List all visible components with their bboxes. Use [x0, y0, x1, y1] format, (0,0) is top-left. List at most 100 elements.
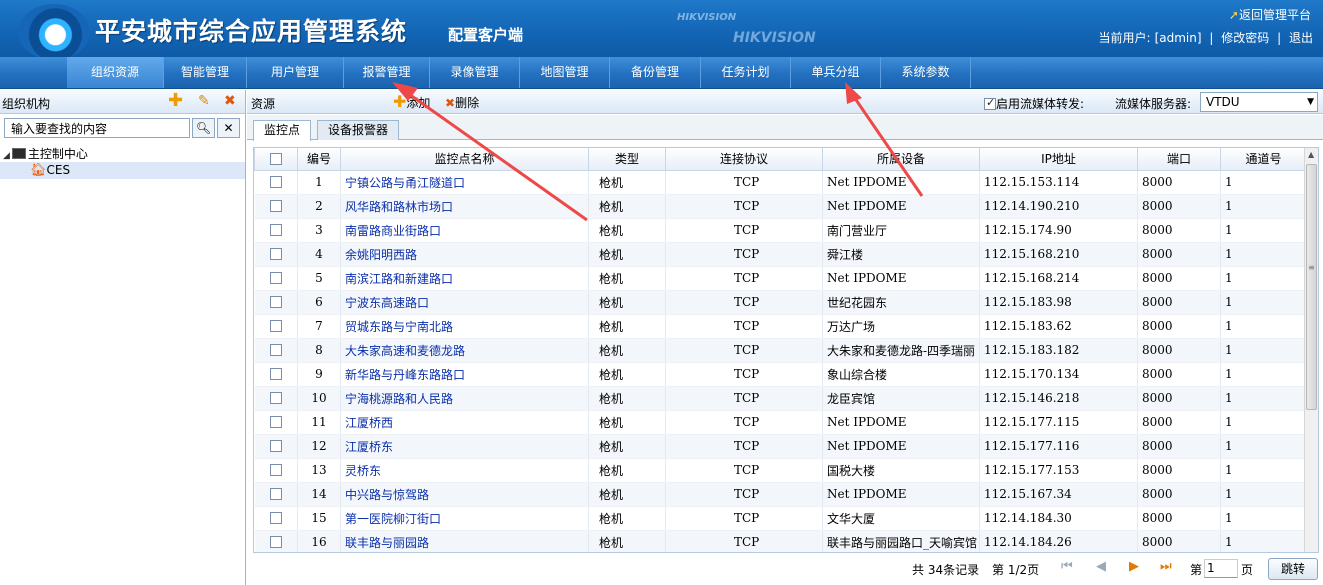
stream-server-select[interactable]: VTDU ▼: [1200, 92, 1318, 112]
point-name-cell[interactable]: 大朱家高速和麦德龙路: [340, 338, 589, 363]
logout-link[interactable]: 退出: [1289, 31, 1313, 45]
point-name-cell[interactable]: 宁镇公路与甬江隧道口: [340, 170, 589, 195]
point-name-cell[interactable]: 江厦桥西: [340, 410, 589, 435]
table-row[interactable]: 2 风华路和路林市场口 枪机 TCP Net IPDOME 112.14.190.210 8…: [254, 194, 1307, 219]
table-row[interactable]: 12 江厦桥东 枪机 TCP Net IPDOME 112.15.177.116 8000 1: [254, 434, 1307, 459]
table-row[interactable]: 4 余姚阳明西路 枪机 TCP 舜江楼 112.15.168.210 8000 1: [254, 242, 1307, 267]
search-icon[interactable]: 🔍︎: [192, 118, 215, 138]
first-page-icon[interactable]: ⏮︎: [1061, 559, 1073, 574]
row-checkbox[interactable]: [269, 320, 282, 332]
row-select-cell[interactable]: [254, 338, 298, 363]
row-select-cell[interactable]: [254, 290, 298, 315]
point-name-cell[interactable]: 江厦桥东: [340, 434, 589, 459]
point-name-cell[interactable]: 贸城东路与宁南北路: [340, 314, 589, 339]
column-header[interactable]: 类型: [588, 148, 666, 171]
table-row[interactable]: 1 宁镇公路与甬江隧道口 枪机 TCP Net IPDOME 112.15.153.114…: [254, 170, 1307, 195]
column-header[interactable]: 编号: [297, 148, 341, 171]
table-row[interactable]: 13 灵桥东 枪机 TCP 国税大楼 112.15.177.153 8000 1: [254, 458, 1307, 483]
column-header[interactable]: 连接协议: [665, 148, 823, 171]
scrollbar-thumb[interactable]: [1306, 164, 1317, 410]
table-scrollbar[interactable]: ▲ ≡: [1304, 148, 1318, 552]
point-name-cell[interactable]: 中兴路与惊驾路: [340, 482, 589, 507]
column-header[interactable]: 所属设备: [822, 148, 980, 171]
point-name-cell[interactable]: 联丰路与丽园路: [340, 530, 589, 552]
nav-recording-management[interactable]: 录像管理: [430, 57, 520, 88]
row-select-cell[interactable]: [254, 314, 298, 339]
point-name-cell[interactable]: 风华路和路林市场口: [340, 194, 589, 219]
nav-user-management[interactable]: 用户管理: [247, 57, 344, 88]
row-select-cell[interactable]: [254, 362, 298, 387]
row-select-cell[interactable]: [254, 194, 298, 219]
nav-task-plan[interactable]: 任务计划: [701, 57, 791, 88]
nav-alarm-management[interactable]: 报警管理: [344, 57, 430, 88]
row-checkbox[interactable]: [269, 392, 282, 404]
nav-map-management[interactable]: 地图管理: [520, 57, 610, 88]
next-page-icon[interactable]: ▶: [1129, 559, 1139, 574]
row-select-cell[interactable]: [254, 170, 298, 195]
point-name-cell[interactable]: 灵桥东: [340, 458, 589, 483]
row-checkbox[interactable]: [269, 536, 282, 548]
point-name-cell[interactable]: 第一医院柳汀街口: [340, 506, 589, 531]
point-name-cell[interactable]: 南滨江路和新建路口: [340, 266, 589, 291]
table-row[interactable]: 10 宁海桃源路和人民路 枪机 TCP 龙臣宾馆 112.15.146.218 8000 1: [254, 386, 1307, 411]
point-name-cell[interactable]: 南雷路商业街路口: [340, 218, 589, 243]
row-select-cell[interactable]: [254, 482, 298, 507]
row-select-cell[interactable]: [254, 386, 298, 411]
row-checkbox[interactable]: [269, 488, 282, 500]
table-row[interactable]: 6 宁波东高速路口 枪机 TCP 世纪花园东 112.15.183.98 8000 1: [254, 290, 1307, 315]
row-checkbox[interactable]: [269, 296, 282, 308]
point-name-cell[interactable]: 宁波东高速路口: [340, 290, 589, 315]
row-checkbox[interactable]: [269, 272, 282, 284]
select-all-checkbox[interactable]: [270, 152, 282, 165]
table-row[interactable]: 3 南雷路商业街路口 枪机 TCP 南门营业厅 112.15.174.90 8000 1: [254, 218, 1307, 243]
row-checkbox[interactable]: [269, 344, 282, 356]
table-row[interactable]: 9 新华路与丹峰东路路口 枪机 TCP 象山综合楼 112.15.170.134 8000 1: [254, 362, 1307, 387]
nav-system-params[interactable]: 系统参数: [881, 57, 971, 88]
add-resource-button[interactable]: ✚添加: [393, 94, 430, 111]
scroll-up-icon[interactable]: ▲: [1308, 150, 1314, 159]
last-page-icon[interactable]: ⏭︎: [1160, 559, 1172, 574]
row-select-cell[interactable]: [254, 266, 298, 291]
add-org-icon[interactable]: ✚: [168, 92, 183, 110]
prev-page-icon[interactable]: ◀: [1096, 559, 1106, 574]
column-header[interactable]: 监控点名称: [340, 148, 589, 171]
change-password-link[interactable]: 修改密码: [1221, 31, 1269, 45]
return-platform-link[interactable]: ➚返回管理平台: [1229, 6, 1311, 23]
point-name-cell[interactable]: 新华路与丹峰东路路口: [340, 362, 589, 387]
tree-node-main-center[interactable]: ◢ 主控制中心: [3, 146, 88, 162]
row-select-cell[interactable]: [254, 218, 298, 243]
point-name-cell[interactable]: 宁海桃源路和人民路: [340, 386, 589, 411]
org-search-input[interactable]: [4, 118, 190, 138]
column-header[interactable]: 端口: [1137, 148, 1221, 171]
row-checkbox[interactable]: [269, 224, 282, 236]
delete-org-icon[interactable]: ✖: [224, 93, 236, 109]
tab-monitor-points[interactable]: 监控点: [253, 120, 312, 141]
row-checkbox[interactable]: [269, 416, 282, 428]
stream-forward-checkbox[interactable]: [984, 96, 996, 110]
row-checkbox[interactable]: [269, 248, 282, 260]
row-checkbox[interactable]: [269, 368, 282, 380]
collapse-triangle-icon[interactable]: ◢: [3, 151, 10, 161]
row-checkbox[interactable]: [269, 176, 282, 188]
table-row[interactable]: 7 贸城东路与宁南北路 枪机 TCP 万达广场 112.15.183.62 8000 1: [254, 314, 1307, 339]
tab-device-alarm[interactable]: 设备报警器: [317, 120, 400, 140]
row-select-cell[interactable]: [254, 242, 298, 267]
tree-node-ces[interactable]: 🏠︎CES: [0, 162, 245, 179]
edit-org-icon[interactable]: ✎: [198, 93, 210, 109]
row-select-cell[interactable]: [254, 506, 298, 531]
column-header[interactable]: IP地址: [979, 148, 1138, 171]
nav-smart-management[interactable]: 智能管理: [164, 57, 247, 88]
table-row[interactable]: 15 第一医院柳汀街口 枪机 TCP 文华大厦 112.14.184.30 8000 1: [254, 506, 1307, 531]
row-checkbox[interactable]: [269, 512, 282, 524]
point-name-cell[interactable]: 余姚阳明西路: [340, 242, 589, 267]
row-select-cell[interactable]: [254, 434, 298, 459]
stream-forward-toggle[interactable]: 启用流媒体转发:: [984, 95, 1084, 112]
clear-icon[interactable]: ✕: [217, 118, 240, 138]
delete-resource-button[interactable]: ✖删除: [445, 94, 479, 111]
row-select-cell[interactable]: [254, 410, 298, 435]
table-row[interactable]: 8 大朱家高速和麦德龙路 枪机 TCP 大朱家和麦德龙路-四季瑞丽 112.15.183.…: [254, 338, 1307, 363]
table-row[interactable]: 11 江厦桥西 枪机 TCP Net IPDOME 112.15.177.115 8000 1: [254, 410, 1307, 435]
row-checkbox[interactable]: [269, 440, 282, 452]
nav-org-resources[interactable]: 组织资源: [67, 57, 164, 88]
row-checkbox[interactable]: [269, 464, 282, 476]
